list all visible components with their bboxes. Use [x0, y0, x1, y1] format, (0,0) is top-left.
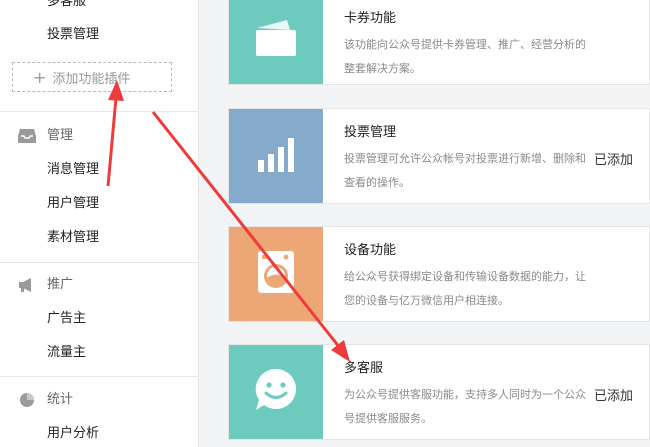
plugin-card-customer-service[interactable]: 多客服 为公众号提供客服功能，支持多人同时为一个公众号提供客服服务。 已添加 [228, 344, 650, 440]
plugin-icon-box [229, 345, 323, 439]
plugin-icon-box [229, 109, 323, 203]
divider [0, 111, 198, 112]
plugin-title: 投票管理 [344, 125, 397, 140]
add-plugin-label: 添加功能插件 [52, 71, 131, 87]
megaphone-icon [18, 277, 36, 293]
plugin-title: 设备功能 [344, 243, 397, 258]
plugin-description: 为公众号提供客服功能，支持多人同时为一个公众号提供客服服务。 [344, 388, 586, 425]
plugin-icon-box [229, 227, 323, 321]
add-plugin-button[interactable]: + 添加功能插件 [12, 62, 172, 92]
plugin-card-coupon[interactable]: 卡券功能 该功能向公众号提供卡券管理、推广、经营分析的整套解决方案。 [228, 0, 650, 85]
inbox-icon [18, 128, 36, 144]
section-header-promote: 推广 [18, 277, 73, 293]
sidebar: 多客服 投票管理 + 添加功能插件 管理 消息管理 用户管理 素材管理 推广 广… [0, 0, 199, 447]
section-title: 统计 [47, 392, 74, 407]
section-title: 管理 [47, 128, 74, 143]
pie-chart-icon [18, 392, 36, 408]
sidebar-item-user-analysis[interactable]: 用户分析 [47, 426, 99, 442]
sidebar-item-advertiser[interactable]: 广告主 [47, 311, 86, 327]
sidebar-item-vote-management[interactable]: 投票管理 [47, 27, 99, 43]
plugin-description: 该功能向公众号提供卡券管理、推广、经营分析的整套解决方案。 [344, 38, 586, 75]
plugin-description: 投票管理可允许公众帐号对投票进行新增、删除和查看的操作。 [344, 152, 586, 189]
sidebar-item-users[interactable]: 用户管理 [47, 196, 99, 212]
sidebar-item-traffic-owner[interactable]: 流量主 [47, 345, 86, 361]
bar-chart-icon [252, 134, 300, 178]
smile-chat-icon [252, 366, 300, 418]
plugin-title: 多客服 [344, 361, 384, 376]
plugin-status-added: 已添加 [593, 153, 633, 168]
plugin-icon-box [229, 0, 323, 84]
section-header-stats: 统计 [18, 392, 73, 408]
section-header-manage: 管理 [18, 128, 73, 144]
card-icon [253, 18, 299, 62]
plus-icon: + [33, 67, 47, 87]
plugin-card-device[interactable]: 设备功能 给公众号获得绑定设备和传输设备数据的能力，让您的设备与亿万微信用户相连… [228, 226, 650, 322]
plugin-list: 卡券功能 该功能向公众号提供卡券管理、推广、经营分析的整套解决方案。 投票管理 … [199, 0, 650, 447]
divider [0, 262, 198, 263]
plugin-description: 给公众号获得绑定设备和传输设备数据的能力，让您的设备与亿万微信用户相连接。 [344, 270, 586, 307]
plugin-card-vote[interactable]: 投票管理 投票管理可允许公众帐号对投票进行新增、删除和查看的操作。 已添加 [228, 108, 650, 204]
section-title: 推广 [47, 277, 74, 292]
washing-machine-icon [256, 249, 296, 299]
sidebar-item-messages[interactable]: 消息管理 [47, 162, 99, 178]
plugin-status-added: 已添加 [593, 389, 633, 404]
sidebar-item-materials[interactable]: 素材管理 [47, 230, 99, 246]
sidebar-item-multi-service[interactable]: 多客服 [47, 0, 86, 10]
plugin-title: 卡券功能 [344, 11, 397, 26]
divider [0, 376, 198, 377]
